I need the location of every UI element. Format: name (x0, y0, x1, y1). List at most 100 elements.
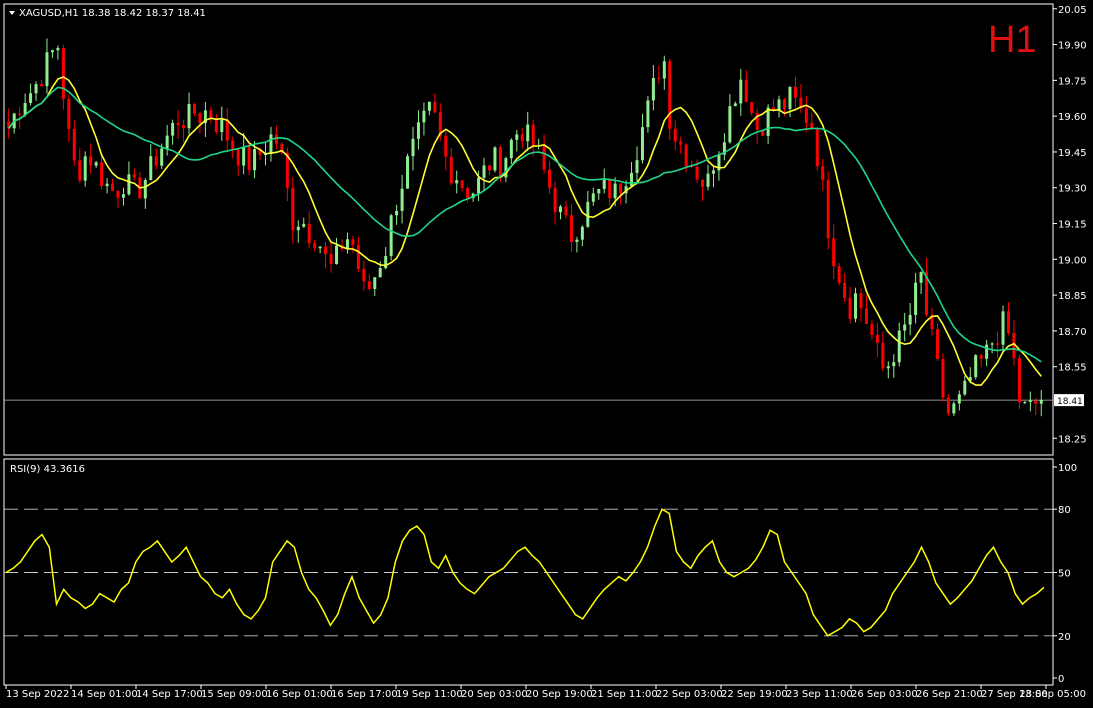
candle-body (586, 201, 590, 227)
candle-body (679, 141, 683, 145)
rsi-tick-label: 0 (1058, 674, 1064, 685)
rsi-tick-label: 20 (1058, 632, 1071, 643)
candle-body (187, 103, 191, 129)
candle-body (662, 61, 666, 79)
candle-body (1039, 400, 1043, 404)
candle-body (400, 188, 404, 211)
candle-body (329, 254, 333, 264)
candle-body (220, 119, 224, 132)
candle-body (870, 323, 874, 335)
candle-body (389, 215, 393, 256)
candle-body (919, 271, 923, 283)
candle-body (427, 101, 431, 111)
candle-body (477, 177, 481, 194)
candle-body (335, 245, 339, 264)
candle-body (651, 77, 655, 101)
candle-body (711, 170, 715, 174)
price-tick-label: 19.90 (1058, 41, 1087, 52)
candle-body (373, 277, 377, 289)
candle-body (783, 99, 786, 110)
candle-body (411, 138, 415, 157)
candle-body (733, 103, 737, 107)
symbol-info: XAGUSD,H1 18.38 18.42 18.37 18.41 (19, 8, 206, 19)
candle-body (826, 179, 830, 239)
candle-body (963, 380, 967, 395)
candle-body (291, 187, 295, 231)
candle-body (236, 149, 240, 166)
candle-body (788, 86, 792, 110)
candle-body (531, 124, 535, 146)
candle-body (1028, 400, 1032, 402)
candle-body (378, 268, 382, 278)
candle-body (597, 188, 601, 194)
price-tick-label: 19.30 (1058, 184, 1087, 195)
time-tick-label: 16 Sep 01:00 (266, 689, 333, 700)
candle-body (580, 226, 584, 240)
time-tick-label: 14 Sep 01:00 (71, 689, 138, 700)
candle-body (498, 147, 502, 178)
candle-body (182, 125, 186, 129)
candle-body (979, 355, 983, 359)
candle-body (526, 124, 530, 142)
candle-body (466, 187, 470, 199)
candle-body (619, 183, 623, 194)
time-tick-label: 22 Sep 19:00 (721, 689, 788, 700)
candle-body (739, 79, 743, 104)
candle-body (848, 297, 852, 319)
candle-body (914, 282, 918, 315)
candle-body (569, 215, 573, 242)
candle-body (165, 135, 169, 149)
candle-body (843, 282, 847, 298)
candle-body (646, 100, 650, 128)
candle-body (72, 129, 76, 161)
candle-body (324, 246, 328, 255)
chart-canvas[interactable]: 20.05 19.90 19.75 19.60 19.45 19.30 19.15 19.00… (0, 0, 1093, 708)
candle-body (154, 156, 158, 166)
time-tick-label: 13 Sep 2022 (6, 689, 69, 700)
candle-body (750, 102, 754, 113)
time-tick-label: 20 Sep 19:00 (526, 689, 593, 700)
candle-body (307, 223, 311, 244)
candle-body (67, 98, 71, 130)
candle-body (78, 160, 82, 181)
candle-body (897, 330, 901, 363)
candle-body (127, 174, 131, 195)
candle-body (253, 149, 257, 171)
candle-body (815, 129, 819, 167)
time-tick-label: 15 Sep 09:00 (201, 689, 268, 700)
time-tick-label: 28 Sep 05:00 (1019, 689, 1086, 700)
candle-body (313, 243, 317, 249)
time-tick-label: 19 Sep 11:00 (396, 689, 463, 700)
time-tick-label: 23 Sep 11:00 (786, 689, 853, 700)
candle-body (231, 140, 235, 150)
candle-body (171, 122, 175, 136)
price-tick-label: 18.70 (1058, 327, 1087, 338)
candle-body (482, 165, 486, 178)
candle-body (892, 362, 896, 367)
rsi-label: RSI(9) 43.3616 (10, 464, 85, 475)
candle-body (269, 134, 273, 155)
candle-body (149, 156, 153, 181)
candle-body (520, 134, 524, 142)
candle-body (728, 106, 732, 143)
candle-body (630, 172, 634, 187)
candle-body (553, 187, 557, 213)
candle-body (416, 122, 420, 139)
time-tick-label: 20 Sep 03:00 (461, 689, 528, 700)
candle-body (23, 102, 27, 115)
candle-body (542, 145, 546, 170)
candle-body (105, 183, 109, 187)
candle-body (100, 162, 104, 187)
candle-body (832, 238, 836, 267)
candle-body (668, 61, 672, 129)
candle-body (859, 293, 863, 309)
candle-body (673, 128, 677, 142)
candle-body (640, 127, 644, 161)
candle-body (209, 110, 213, 119)
candle-body (34, 84, 38, 94)
candle-body (302, 223, 306, 227)
candle-body (18, 113, 22, 115)
candle-body (242, 146, 246, 166)
candle-body (509, 139, 513, 159)
candle-body (192, 103, 196, 114)
